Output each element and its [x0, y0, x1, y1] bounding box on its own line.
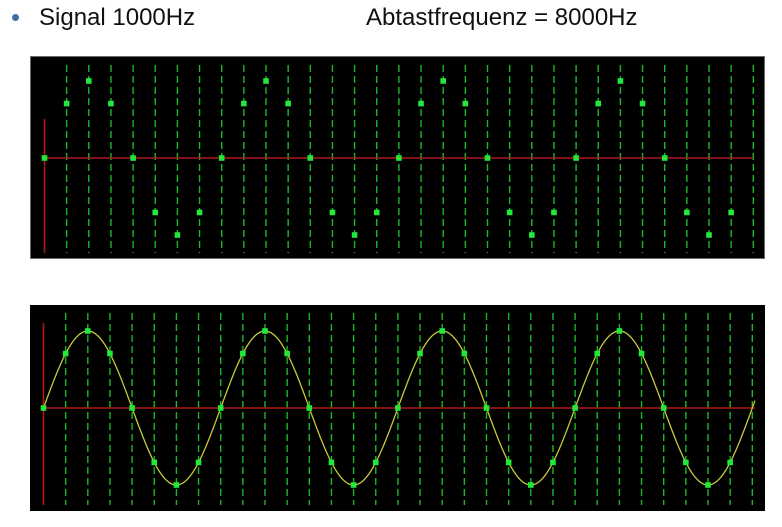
sample-point — [241, 100, 247, 107]
sample-point — [418, 100, 424, 107]
sample-point — [351, 232, 358, 238]
signal-frequency-label: Signal 1000Hz — [39, 4, 196, 31]
sample-point — [639, 100, 646, 107]
sample-point — [595, 100, 602, 107]
sample-point — [484, 155, 491, 161]
sample-point — [727, 459, 733, 466]
sample-point — [195, 459, 202, 466]
sample-point — [728, 209, 734, 216]
sample-point — [151, 459, 158, 466]
sample-point — [240, 350, 246, 357]
sampled-signal-plot — [41, 65, 754, 253]
sample-point — [573, 155, 579, 161]
sample-point — [617, 78, 624, 84]
sample-point — [462, 100, 469, 107]
sample-point — [329, 209, 336, 216]
sample-point — [506, 209, 513, 216]
slide-header: Signal 1000Hz Abtastfrequenz = 8000Hz — [0, 0, 782, 44]
sample-point — [440, 78, 446, 84]
sample-point — [529, 232, 535, 238]
sample-point — [284, 350, 290, 357]
sample-point — [40, 405, 47, 411]
sample-point — [661, 155, 668, 161]
sample-point — [262, 328, 268, 334]
sample-point — [218, 155, 225, 161]
sample-point — [684, 209, 690, 216]
sampled-signal-panel — [30, 56, 765, 259]
sample-point — [417, 350, 423, 357]
sampling-frequency-label: Abtastfrequenz = 8000Hz — [366, 4, 638, 31]
sample-point — [328, 459, 335, 466]
sample-point — [638, 350, 645, 357]
sample-point — [395, 405, 401, 411]
sample-point — [350, 482, 357, 488]
reconstructed-signal-plot — [40, 313, 756, 505]
sample-point — [85, 328, 91, 334]
sample-point — [196, 209, 203, 216]
sample-point — [174, 232, 181, 238]
bullet-icon — [12, 14, 19, 21]
reconstructed-signal-panel — [30, 305, 765, 511]
sample-point — [285, 100, 291, 107]
sample-point — [483, 405, 490, 411]
sample-point — [461, 350, 468, 357]
sample-point — [594, 350, 601, 357]
sample-point — [86, 78, 92, 84]
sample-point — [572, 405, 578, 411]
sample-point — [263, 78, 269, 84]
sample-point — [217, 405, 224, 411]
sample-point — [173, 482, 180, 488]
sample-point — [108, 100, 114, 107]
sample-point — [551, 209, 557, 216]
sample-point — [706, 232, 712, 238]
sample-point — [130, 155, 136, 161]
sample-point — [152, 209, 159, 216]
sample-point — [373, 209, 380, 216]
sample-point — [505, 459, 512, 466]
sample-point — [439, 328, 445, 334]
sample-point — [705, 482, 711, 488]
sample-point — [396, 155, 402, 161]
sample-point — [107, 350, 113, 357]
sample-point — [129, 405, 135, 411]
sample-point — [306, 405, 313, 411]
sample-point — [660, 405, 667, 411]
sample-point — [528, 482, 534, 488]
sample-point — [616, 328, 623, 334]
sample-point — [41, 155, 48, 161]
sample-point — [550, 459, 556, 466]
sample-point — [372, 459, 379, 466]
sample-point — [683, 459, 689, 466]
sample-point — [307, 155, 314, 161]
sample-point — [63, 100, 70, 107]
sample-point — [62, 350, 69, 357]
